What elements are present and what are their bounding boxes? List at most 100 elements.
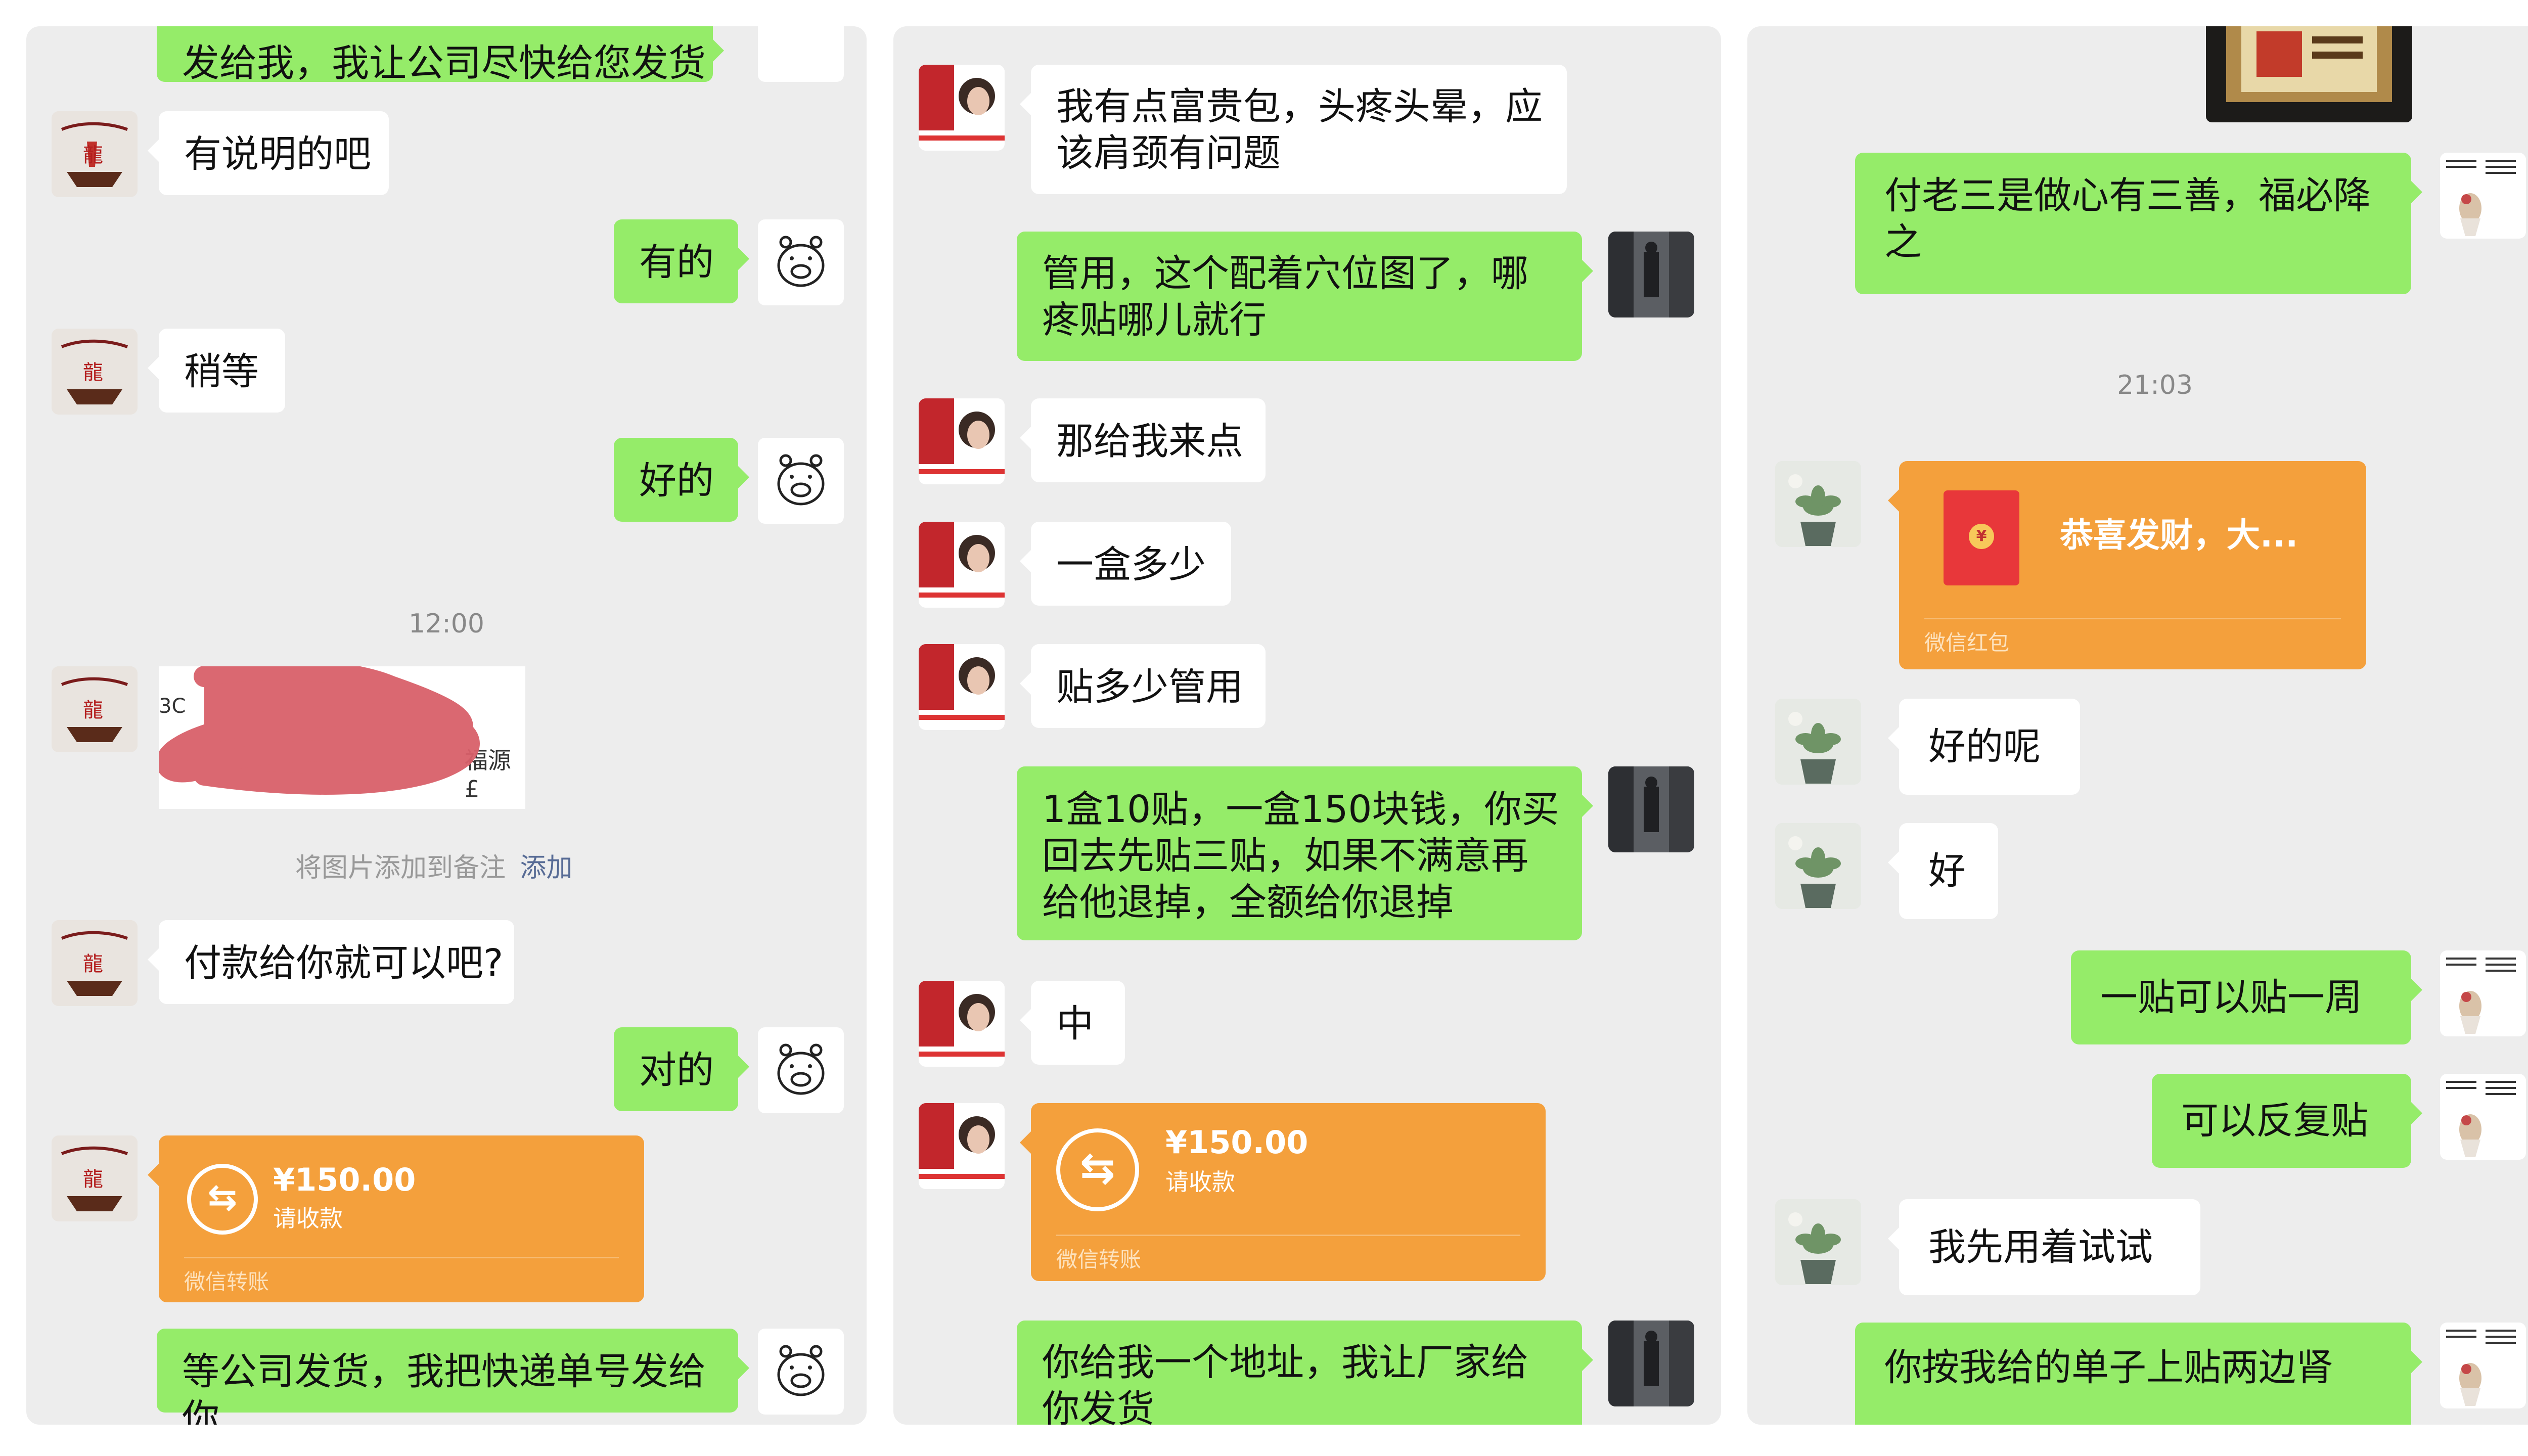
street-photo-avatar[interactable] (1608, 1321, 1694, 1406)
message-bubble-incoming[interactable]: 好 (1888, 823, 1998, 919)
message-text: 好的 (639, 459, 714, 503)
transfer-card[interactable]: ⇆ ¥150.00 请收款 微信转账 (148, 1135, 644, 1302)
add-note-link[interactable]: 添加 (520, 853, 573, 883)
svg-text:龍: 龍 (83, 361, 103, 384)
plant-avatar[interactable] (1775, 461, 1861, 547)
message-text: 等公司发货，我把快递单号发给你 (182, 1350, 706, 1425)
message-bubble-incoming[interactable]: 付款给你就可以吧? (148, 920, 514, 1004)
transfer-footer: 微信转账 (1056, 1247, 1142, 1272)
transfer-footer: 微信转账 (184, 1269, 269, 1294)
image-message[interactable]: 3C 福源£ (159, 666, 525, 809)
transfer-amount: ¥150.00 (1165, 1124, 1308, 1161)
message-text: 我有点富贵包，头疼头晕，应该肩颈有问题 (1056, 85, 1543, 175)
product-image-message[interactable] (2206, 26, 2412, 122)
dragon-boat-avatar[interactable]: 龍 (52, 666, 138, 752)
message-bubble-incoming[interactable]: 好的呢 (1888, 699, 2080, 795)
image-note: 将图片添加到备注 添加 (295, 846, 573, 884)
message-text: 一贴可以贴一周 (2100, 976, 2362, 1019)
message-bubble-incoming[interactable]: 中 (1020, 981, 1125, 1065)
woman-avatar[interactable] (919, 65, 1005, 151)
message-text: 可以反复贴 (2181, 1099, 2368, 1143)
message-bubble-outgoing[interactable]: 等公司发货，我把快递单号发给你 (157, 1329, 749, 1425)
message-text: 管用，这个配着穴位图了，哪疼贴哪儿就行 (1042, 252, 1528, 342)
message-bubble-outgoing[interactable]: 一贴可以贴一周 (2071, 950, 2422, 1044)
message-bubble-outgoing[interactable]: 你按我给的单子上贴两边肾 (1855, 1323, 2422, 1425)
svg-text:龍: 龍 (83, 699, 103, 722)
divider (184, 1257, 619, 1258)
red-packet-icon: ¥ (1944, 490, 2019, 585)
timestamp: 12:00 (409, 609, 484, 639)
svg-text:龍: 龍 (83, 1168, 103, 1191)
plant-avatar[interactable] (1775, 699, 1861, 785)
transfer-status: 请收款 (1165, 1168, 1235, 1196)
message-text: 付款给你就可以吧? (184, 941, 504, 985)
message-text: 我先用着试试 (1928, 1225, 2153, 1269)
message-bubble-outgoing[interactable]: 管用，这个配着穴位图了，哪疼贴哪儿就行 (1017, 232, 1593, 361)
message-text: 贴多少管用 (1056, 665, 1243, 709)
woman-avatar[interactable] (919, 398, 1005, 484)
pig-avatar[interactable] (758, 438, 844, 524)
woman-avatar[interactable] (919, 1103, 1005, 1189)
message-bubble-incoming[interactable]: 稍等 (148, 329, 285, 413)
plant-avatar[interactable] (1775, 823, 1861, 909)
pig-avatar[interactable] (758, 1027, 844, 1113)
pig-avatar[interactable] (758, 1329, 844, 1415)
red-packet-footer: 微信红包 (1924, 630, 2010, 655)
message-bubble-outgoing[interactable]: 你给我一个地址，我让厂家给你发货 (1017, 1321, 1593, 1425)
message-text: 你按我给的单子上贴两边肾 (1884, 1346, 2333, 1389)
message-bubble-outgoing[interactable]: 可以反复贴 (2152, 1074, 2422, 1168)
message-text: 对的 (639, 1049, 714, 1092)
plant-avatar[interactable] (1775, 1199, 1861, 1285)
woman-avatar[interactable] (919, 644, 1005, 730)
woman-avatar[interactable] (919, 522, 1005, 608)
message-bubble-outgoing[interactable]: 发给我，我让公司尽快给您发货 (157, 26, 724, 85)
redaction-scribble (159, 666, 480, 795)
message-bubble-outgoing[interactable]: 有的 (614, 219, 749, 303)
message-bubble-incoming[interactable]: 一盒多少 (1020, 522, 1231, 606)
message-bubble-outgoing[interactable]: 1盒10贴，一盒150块钱，你买回去先贴三贴，如果不满意再给他退掉，全额给你退掉 (1017, 766, 1593, 940)
message-text: 1盒10贴，一盒150块钱，你买回去先贴三贴，如果不满意再给他退掉，全额给你退掉 (1042, 788, 1559, 924)
timestamp: 21:03 (2117, 370, 2193, 400)
message-text: 一盒多少 (1056, 543, 1206, 586)
dragon-boat-avatar[interactable]: 龍 (52, 329, 138, 415)
street-photo-avatar[interactable] (1608, 232, 1694, 317)
message-text: 那给我来点 (1056, 420, 1243, 463)
woman-avatar[interactable] (919, 981, 1005, 1067)
transfer-amount: ¥150.00 (273, 1161, 416, 1198)
transfer-status: 请收款 (273, 1205, 343, 1232)
calligraphy-avatar[interactable] (2440, 1074, 2526, 1160)
message-text: 你给我一个地址，我让厂家给你发货 (1042, 1341, 1528, 1425)
pig-avatar[interactable] (758, 26, 844, 82)
calligraphy-avatar[interactable] (2440, 153, 2526, 239)
divider (1056, 1235, 1520, 1236)
message-bubble-incoming[interactable]: 我先用着试试 (1888, 1199, 2200, 1295)
dragon-boat-avatar[interactable]: 龍 (52, 1135, 138, 1221)
message-bubble-incoming[interactable]: 贴多少管用 (1020, 644, 1266, 728)
red-packet-title: 恭喜发财，大... (2060, 516, 2298, 555)
message-bubble-incoming[interactable]: 那给我来点 (1020, 398, 1266, 482)
message-text: 稍等 (184, 350, 259, 393)
svg-text:龍: 龍 (83, 144, 103, 167)
message-text: 发给我，我让公司尽快给您发货 (182, 41, 706, 85)
pig-avatar[interactable] (758, 219, 844, 305)
chat-panel-1[interactable]: 发给我，我让公司尽快给您发货 龍 有说明的吧 有的 龍 稍等 好的 12:00 … (26, 26, 867, 1425)
message-text: 有的 (639, 241, 714, 284)
dragon-boat-avatar[interactable]: 龍 (52, 920, 138, 1006)
calligraphy-avatar[interactable] (2440, 950, 2526, 1036)
dragon-boat-avatar[interactable]: 龍 (52, 111, 138, 197)
message-bubble-outgoing[interactable]: 付老三是做心有三善，福必降之 (1855, 153, 2422, 294)
street-photo-avatar[interactable] (1608, 766, 1694, 852)
chat-panel-3[interactable]: 付老三是做心有三善，福必降之 21:03 ¥ 恭喜发财，大... 微信红包 好的… (1747, 26, 2528, 1425)
message-text: 中 (1056, 1002, 1094, 1045)
calligraphy-avatar[interactable] (2440, 1323, 2526, 1408)
message-text: 好的呢 (1928, 725, 2041, 768)
message-bubble-outgoing[interactable]: 好的 (614, 438, 749, 522)
transfer-card[interactable]: ⇆ ¥150.00 请收款 微信转账 (1020, 1103, 1546, 1281)
message-bubble-incoming[interactable]: 我有点富贵包，头疼头晕，应该肩颈有问题 (1020, 65, 1567, 194)
message-bubble-incoming[interactable]: 有说明的吧 (148, 111, 389, 195)
divider (1924, 618, 2341, 619)
chat-panel-2[interactable]: 我有点富贵包，头疼头晕，应该肩颈有问题 管用，这个配着穴位图了，哪疼贴哪儿就行 … (893, 26, 1721, 1425)
red-packet-card[interactable]: ¥ 恭喜发财，大... 微信红包 (1888, 461, 2366, 669)
transfer-arrows-icon: ⇆ (187, 1164, 258, 1235)
message-bubble-outgoing[interactable]: 对的 (614, 1027, 749, 1111)
